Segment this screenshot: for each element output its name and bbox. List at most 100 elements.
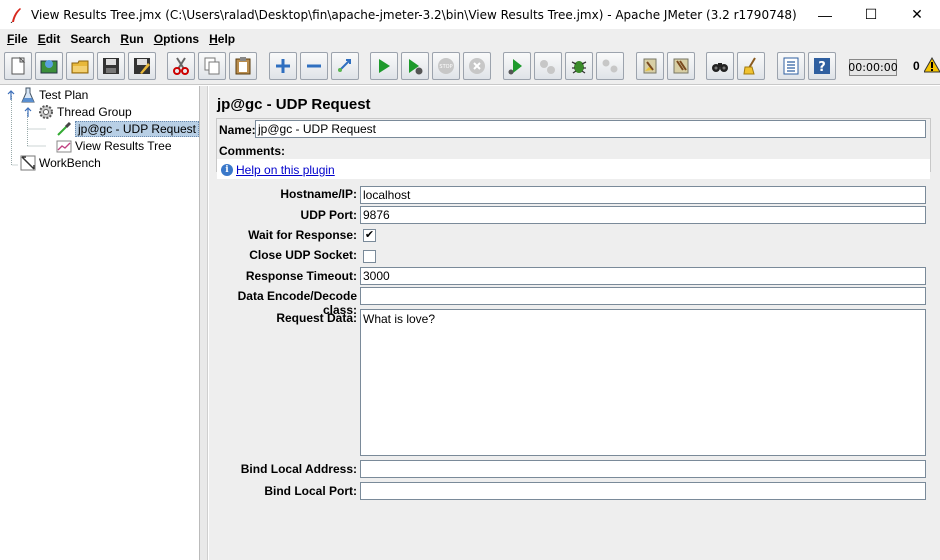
menu-edit-label: dit [45, 32, 61, 46]
paste-button[interactable] [229, 52, 257, 80]
templates-button[interactable] [35, 52, 63, 80]
start-no-pauses-button[interactable] [401, 52, 429, 80]
checkmark-icon: ✔ [364, 229, 375, 241]
tree-item-label: Thread Group [57, 104, 132, 119]
remote-start-icon [507, 56, 527, 76]
shutdown-icon [467, 56, 487, 76]
tree-item-label: Test Plan [39, 87, 89, 102]
collapse-all-button[interactable] [300, 52, 328, 80]
maximize-button[interactable]: ☐ [848, 0, 894, 29]
remote-exit-button[interactable] [596, 52, 624, 80]
tree-item-udp-request[interactable]: jp@gc - UDP Request [56, 120, 200, 137]
new-icon [8, 56, 28, 76]
name-field[interactable]: jp@gc - UDP Request [255, 120, 926, 138]
info-icon: i [221, 164, 233, 176]
tree-item-test-plan[interactable]: Test Plan [20, 86, 88, 103]
toolbar: STOP ? 00:00:00 0 [0, 49, 940, 85]
save-button[interactable] [97, 52, 125, 80]
tree-item-label: View Results Tree [75, 138, 172, 153]
expand-all-button[interactable] [269, 52, 297, 80]
test-plan-tree: Test Plan Thread Group jp@gc - UDP Reque… [0, 86, 200, 560]
start-button[interactable] [370, 52, 398, 80]
menu-run[interactable]: Run [115, 32, 148, 46]
shutdown-button[interactable] [463, 52, 491, 80]
function-helper-button[interactable] [777, 52, 805, 80]
response-timeout-field[interactable]: 3000 [360, 267, 926, 285]
collapse-icon [304, 56, 324, 76]
hostname-field[interactable]: localhost [360, 186, 926, 204]
svg-text:?: ? [818, 60, 826, 75]
workbench-icon [20, 155, 36, 171]
stop-icon: STOP [436, 56, 456, 76]
page-title: jp@gc - UDP Request [217, 96, 371, 113]
list-icon [781, 56, 801, 76]
comments-label: Comments: [219, 144, 286, 158]
help-row: i Help on this plugin [209, 161, 335, 179]
remote-stop-icon [538, 56, 558, 76]
new-button[interactable] [4, 52, 32, 80]
close-udp-socket-checkbox[interactable] [363, 250, 376, 263]
bind-local-port-label: Bind Local Port: [264, 484, 357, 498]
tree-item-workbench[interactable]: WorkBench [20, 154, 101, 171]
menu-file-label: ile [14, 32, 28, 46]
menu-run-label: un [129, 32, 144, 46]
save-as-icon [132, 56, 152, 76]
remote-stop-button[interactable] [534, 52, 562, 80]
close-button[interactable]: ✕ [894, 0, 940, 29]
templates-icon [39, 56, 59, 76]
warning-icon[interactable] [923, 56, 940, 76]
clear-icon [569, 56, 589, 76]
menu-help-mnemonic: H [209, 32, 218, 46]
bind-local-port-field[interactable] [360, 482, 926, 500]
split-pane-divider[interactable] [200, 86, 208, 560]
menu-file[interactable]: File [2, 32, 33, 46]
remote-exit-icon [600, 56, 620, 76]
save-icon [101, 56, 121, 76]
chart-icon [56, 138, 72, 154]
paste-icon [233, 56, 253, 76]
stop-button[interactable]: STOP [432, 52, 460, 80]
copy-icon [202, 56, 222, 76]
clear-results-button[interactable] [636, 52, 664, 80]
cut-button[interactable] [167, 52, 195, 80]
bind-local-address-field[interactable] [360, 460, 926, 478]
start-icon [374, 56, 394, 76]
minimize-button[interactable]: — [802, 0, 848, 29]
toggle-button[interactable] [331, 52, 359, 80]
search-button[interactable] [706, 52, 734, 80]
clear-button[interactable] [565, 52, 593, 80]
open-button[interactable] [66, 52, 94, 80]
menu-search[interactable]: Search [65, 32, 115, 46]
save-as-button[interactable] [128, 52, 156, 80]
request-data-label: Request Data: [276, 311, 357, 325]
menu-options-mnemonic: O [153, 32, 164, 46]
tree-toggle-thread-group[interactable] [22, 107, 34, 119]
tree-item-thread-group[interactable]: Thread Group [38, 103, 132, 120]
clear-all-button[interactable] [667, 52, 695, 80]
request-data-textarea[interactable]: What is love? [360, 309, 926, 456]
sampler-panel: jp@gc - UDP Request Name: jp@gc - UDP Re… [209, 86, 940, 560]
close-udp-socket-label: Close UDP Socket: [249, 248, 357, 262]
bind-local-address-label: Bind Local Address: [240, 462, 357, 476]
tree-toggle-test-plan[interactable] [5, 90, 17, 102]
remote-start-button[interactable] [503, 52, 531, 80]
menu-help-label: elp [217, 32, 236, 46]
elapsed-timer: 00:00:00 [848, 59, 898, 76]
menu-help[interactable]: Help [204, 32, 240, 46]
udp-port-field[interactable]: 9876 [360, 206, 926, 224]
reset-search-button[interactable] [737, 52, 765, 80]
encode-class-field[interactable] [360, 287, 926, 305]
wait-for-response-checkbox[interactable]: ✔ [363, 229, 376, 242]
broom-all-icon [671, 56, 691, 76]
gear-icon [38, 104, 54, 120]
open-icon [70, 56, 90, 76]
menu-options[interactable]: Options [149, 32, 204, 46]
window-title: View Results Tree.jmx (C:\Users\ralad\De… [31, 7, 797, 22]
tree-item-view-results-tree[interactable]: View Results Tree [56, 137, 172, 154]
help-button[interactable]: ? [808, 52, 836, 80]
menu-edit[interactable]: Edit [33, 32, 66, 46]
help-link[interactable]: Help on this plugin [236, 163, 335, 177]
copy-button[interactable] [198, 52, 226, 80]
hostname-label: Hostname/IP: [280, 187, 357, 201]
pipette-icon [56, 121, 72, 137]
